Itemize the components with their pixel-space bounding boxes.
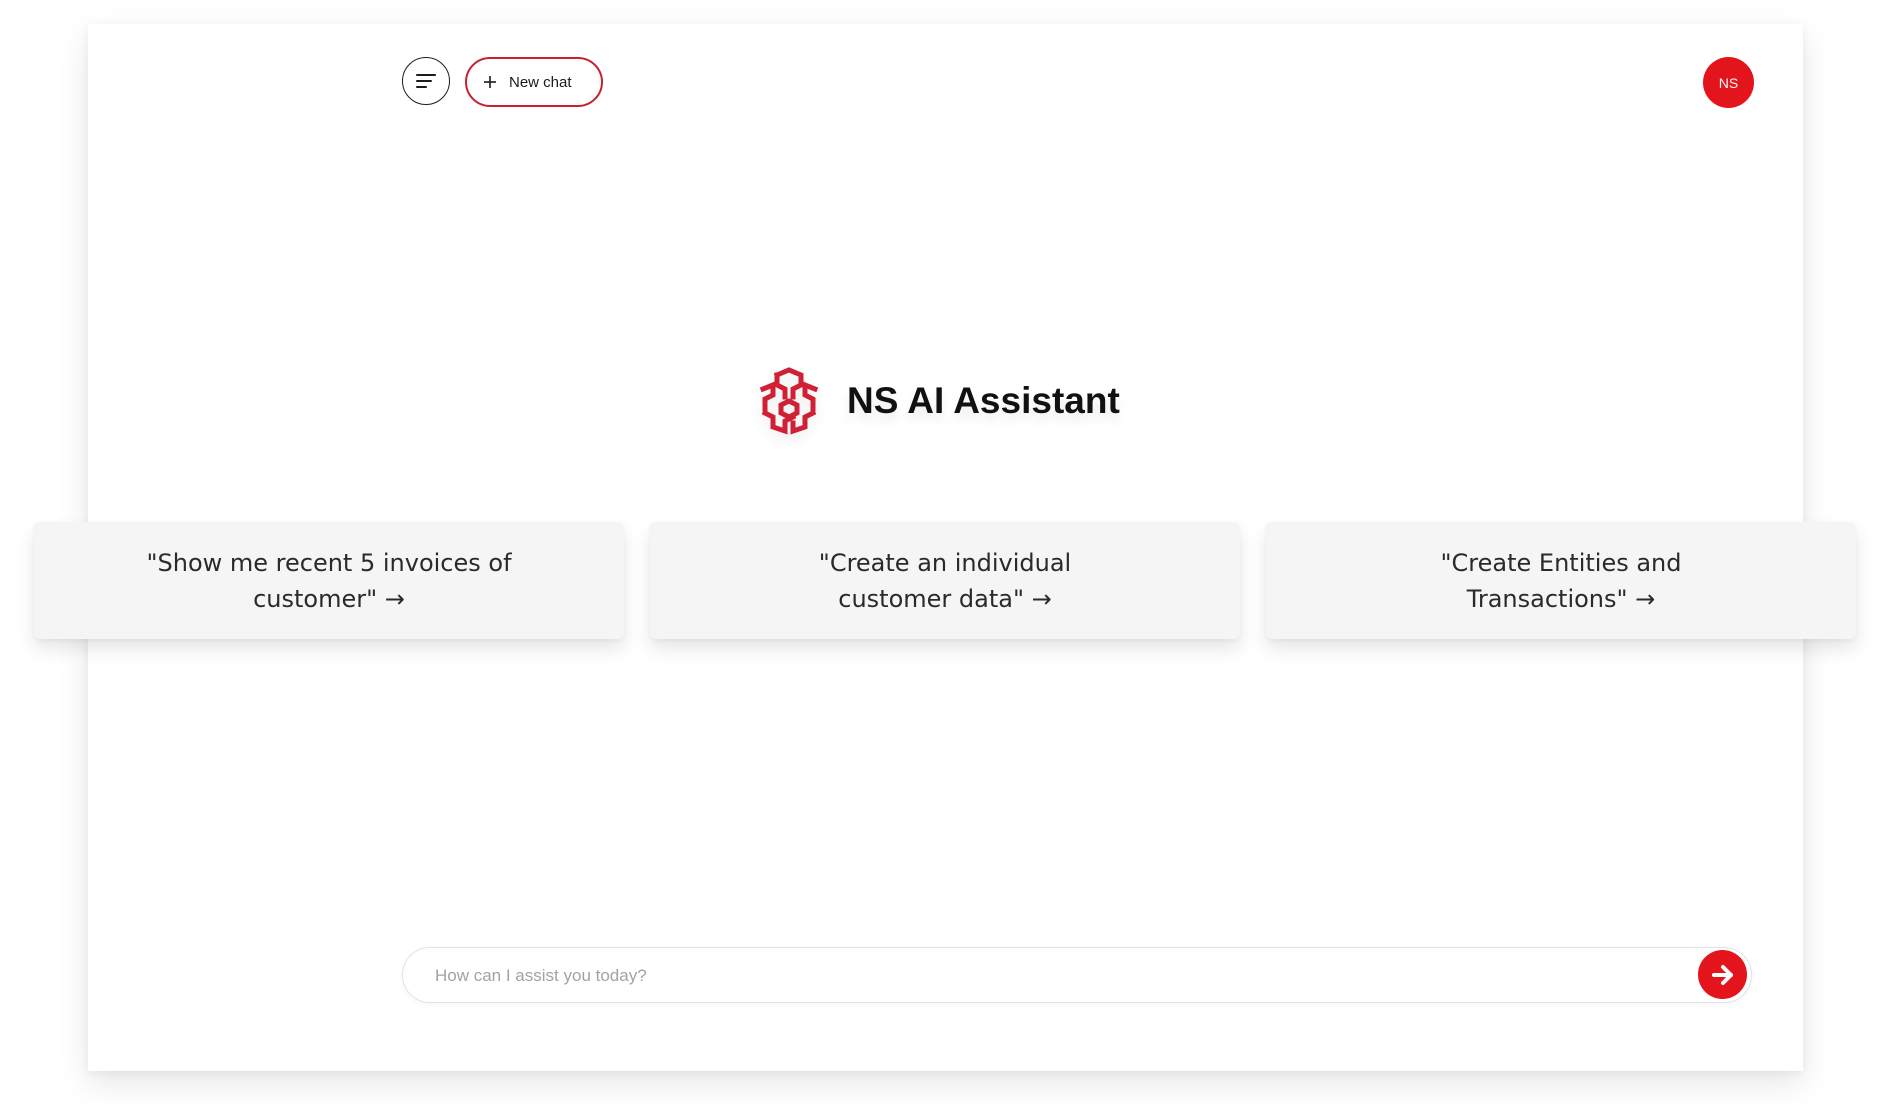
brain-logo-icon <box>759 367 819 435</box>
brand-header: NS AI Assistant <box>755 367 1120 435</box>
plus-icon <box>483 75 497 89</box>
menu-button[interactable] <box>402 57 450 105</box>
suggestion-card[interactable]: "Create Entities and Transactions" → <box>1266 522 1856 639</box>
suggestion-card[interactable]: "Create an individual customer data" → <box>650 522 1240 639</box>
new-chat-button[interactable]: New chat <box>465 57 603 107</box>
suggestion-card[interactable]: "Show me recent 5 invoices of customer" … <box>34 522 624 639</box>
page-title: NS AI Assistant <box>847 380 1120 421</box>
suggestion-cards: "Show me recent 5 invoices of customer" … <box>34 522 1856 639</box>
user-avatar[interactable]: NS <box>1703 57 1754 108</box>
arrow-right-icon <box>1711 964 1733 985</box>
menu-lines-icon <box>416 74 436 88</box>
send-button[interactable] <box>1698 950 1747 999</box>
new-chat-label: New chat <box>509 73 572 91</box>
chat-composer <box>402 947 1752 1003</box>
chat-input[interactable] <box>433 948 1657 1003</box>
